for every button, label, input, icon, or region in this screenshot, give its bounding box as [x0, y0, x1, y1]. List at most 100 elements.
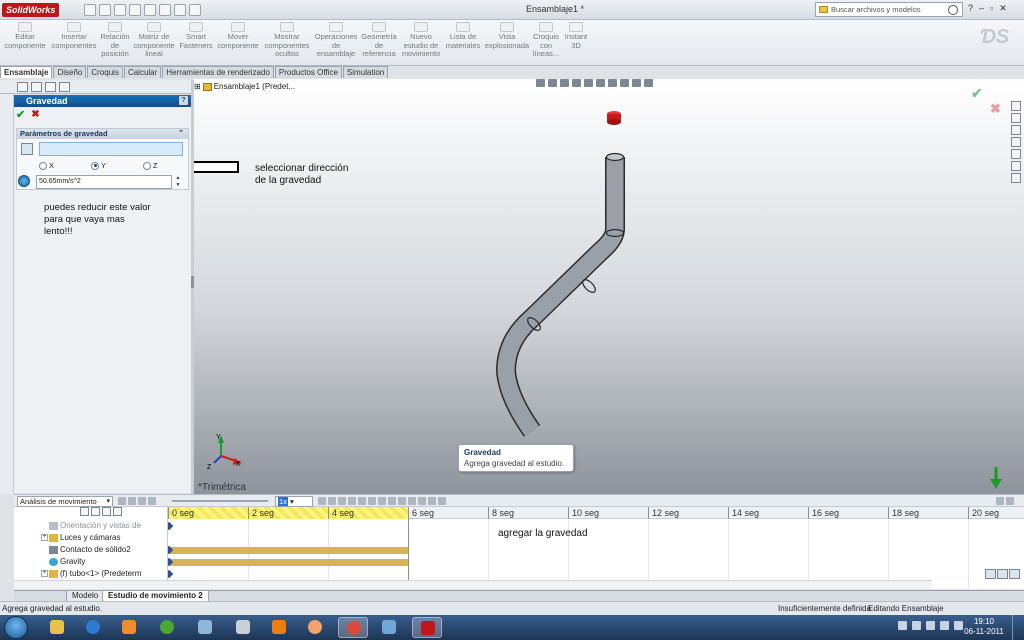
contact-bar[interactable]: [169, 547, 408, 554]
rewind-icon[interactable]: [128, 497, 136, 505]
radio-z[interactable]: Z: [143, 161, 158, 170]
move-component-button[interactable]: Mover componente: [216, 22, 260, 50]
contact-icon[interactable]: [398, 497, 406, 505]
force-icon[interactable]: [388, 497, 396, 505]
gravity-value-input[interactable]: 50.65mm/s^2: [36, 175, 172, 189]
taskbar-app-8[interactable]: [300, 617, 330, 638]
taskbar-vlc[interactable]: [264, 617, 294, 638]
show-hidden-components-button[interactable]: Mostrar componentes ocultos: [262, 22, 312, 59]
solidworks-logo[interactable]: SolidWorks: [2, 3, 60, 17]
gravity-tool-icon[interactable]: [408, 497, 416, 505]
rebuild-icon[interactable]: [174, 4, 186, 16]
radio-y[interactable]: Y: [91, 161, 106, 170]
tray-arrow-icon[interactable]: [898, 621, 907, 630]
search-results-icon[interactable]: [1011, 137, 1021, 147]
save-icon[interactable]: [114, 4, 126, 16]
gravity-bar[interactable]: [169, 559, 408, 566]
taskbar-app-5[interactable]: [190, 617, 220, 638]
play-icon[interactable]: [138, 497, 146, 505]
design-library-icon[interactable]: [1011, 113, 1021, 123]
results-icon[interactable]: [418, 497, 426, 505]
taskbar-app-2[interactable]: [78, 617, 108, 638]
study-properties-icon[interactable]: [428, 497, 436, 505]
save-animation-icon[interactable]: [318, 497, 326, 505]
tab-ensamblaje[interactable]: Ensamblaje: [0, 66, 53, 78]
power-icon[interactable]: [926, 621, 935, 630]
taskbar-utorrent[interactable]: [152, 617, 182, 638]
exploded-view-button[interactable]: Vista explosionada: [484, 22, 530, 50]
timeline-scrollbar[interactable]: [14, 580, 932, 589]
key-tube[interactable]: [168, 569, 174, 579]
ok-button[interactable]: ✔: [16, 108, 25, 121]
taskbar-chrome[interactable]: [338, 617, 368, 638]
expand-motion-icon[interactable]: [1006, 497, 1014, 505]
new-icon[interactable]: [84, 4, 96, 16]
confirmation-ok-icon[interactable]: ✔: [971, 85, 983, 102]
tab-herramientas-renderizado[interactable]: Herramientas de renderizado: [162, 66, 274, 78]
tree-row-tube[interactable]: + (f) tubo<1> (Predeterm: [14, 568, 168, 580]
key-orientation[interactable]: [168, 521, 174, 531]
minimize-button[interactable]: –: [979, 3, 984, 14]
feature-tree-icon[interactable]: [17, 82, 28, 92]
group-title[interactable]: Parámetros de gravedad ⌃: [17, 129, 188, 139]
tree-row-orientation[interactable]: Orientación y vistas de: [14, 520, 168, 532]
assembly-features-button[interactable]: Operaciones de ensamblaje: [314, 22, 358, 59]
undo-icon[interactable]: [144, 4, 156, 16]
appearance-manager-icon[interactable]: [59, 82, 70, 92]
study-type-select[interactable]: Análisis de movimiento: [17, 496, 113, 507]
appearances-icon[interactable]: [1011, 161, 1021, 171]
red-block[interactable]: [607, 111, 621, 125]
tree-row-lights[interactable]: + Luces y cámaras: [14, 532, 168, 544]
tube-body[interactable]: [496, 152, 625, 437]
tab-productos-office[interactable]: Productos Office: [274, 66, 342, 78]
damper-icon[interactable]: [378, 497, 386, 505]
flag-icon[interactable]: [912, 621, 921, 630]
tree-row-contact[interactable]: Contacto de sólido2: [14, 544, 168, 556]
insert-components-button[interactable]: Insertar componentes: [50, 22, 98, 50]
help-icon[interactable]: ?: [179, 96, 188, 105]
tab-diseno[interactable]: Diseño: [53, 66, 87, 78]
restore-button[interactable]: ▫: [990, 3, 993, 14]
show-desktop-button[interactable]: [1012, 615, 1024, 640]
file-explorer-icon[interactable]: [1011, 125, 1021, 135]
instant-3d-button[interactable]: Instant 3D: [562, 22, 590, 50]
dock-icon[interactable]: [996, 497, 1004, 505]
start-button[interactable]: [4, 616, 28, 639]
collapse-icon[interactable]: ⌃: [178, 129, 184, 139]
radio-x[interactable]: X: [39, 161, 54, 170]
taskbar-explorer[interactable]: [42, 617, 72, 638]
tree-row-gravity[interactable]: Gravity: [14, 556, 168, 568]
print-icon[interactable]: [129, 4, 141, 16]
reference-geometry-button[interactable]: Geometría de referencia: [360, 22, 398, 59]
expand-lights-icon[interactable]: +: [41, 534, 48, 541]
zoom-fit-timeline-icon[interactable]: [1009, 569, 1020, 579]
filter-driving-icon[interactable]: [102, 507, 111, 516]
add-key-icon[interactable]: [348, 497, 356, 505]
help-button[interactable]: ?: [968, 3, 973, 14]
filter-selected-icon[interactable]: [113, 507, 122, 516]
mate-button[interactable]: Relación de posición: [100, 22, 130, 59]
property-manager-icon[interactable]: [31, 82, 42, 92]
graphics-area[interactable]: ⊞ Ensamblaje1 (Predet... Y X Z *Trimétri…: [194, 79, 1024, 494]
zoom-in-icon[interactable]: [985, 569, 996, 579]
configuration-manager-icon[interactable]: [45, 82, 56, 92]
options-icon[interactable]: [189, 4, 201, 16]
clock[interactable]: 19:10 06-11-2011: [962, 617, 1006, 637]
new-motion-study-button[interactable]: Nuevo estudio de movimiento: [400, 22, 442, 59]
autokey-icon[interactable]: [338, 497, 346, 505]
collapse-motion-icon[interactable]: [438, 497, 446, 505]
taskbar-app-6[interactable]: [228, 617, 258, 638]
bill-of-materials-button[interactable]: Lista de materiales: [444, 22, 482, 50]
tab-simulation[interactable]: Simulation: [342, 66, 389, 78]
tab-croquis[interactable]: Croquis: [87, 66, 123, 78]
calculate-icon[interactable]: [118, 497, 126, 505]
tab-calcular[interactable]: Calcular: [123, 66, 162, 78]
zoom-out-icon[interactable]: [997, 569, 1008, 579]
network-icon[interactable]: [940, 621, 949, 630]
cancel-button[interactable]: ✖: [31, 109, 39, 120]
close-button[interactable]: ✕: [999, 3, 1007, 14]
confirmation-cancel-icon[interactable]: ✖: [990, 101, 1001, 117]
stop-icon[interactable]: [148, 497, 156, 505]
direction-reference-selection[interactable]: [39, 142, 183, 156]
taskbar-app-10[interactable]: [374, 617, 404, 638]
